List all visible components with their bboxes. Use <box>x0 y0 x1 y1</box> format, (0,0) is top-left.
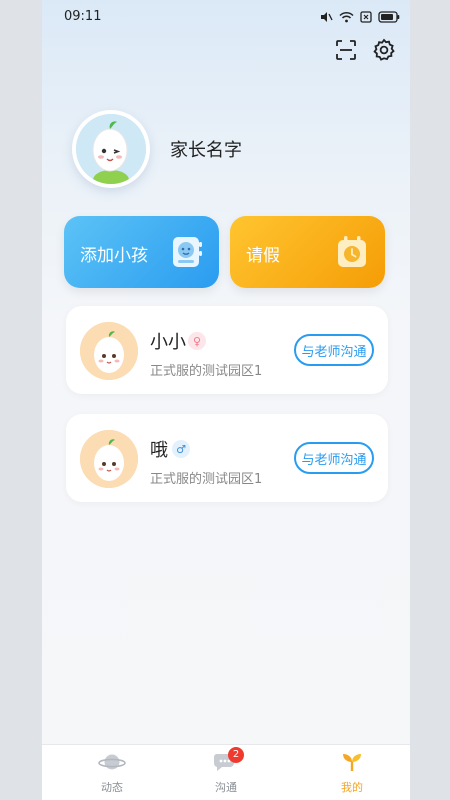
add-child-button[interactable]: 添加小孩 <box>64 216 219 288</box>
calendar-clock-icon <box>335 234 371 270</box>
sprout-icon <box>337 754 367 777</box>
parent-name: 家长名字 <box>170 140 242 161</box>
leave-label: 请假 <box>246 246 280 266</box>
status-bar: 09:11 <box>42 0 410 34</box>
settings-button[interactable] <box>372 38 396 66</box>
parent-avatar[interactable] <box>72 110 150 188</box>
tab-label: 沟通 <box>215 781 237 794</box>
contact-teacher-button[interactable]: 与老师沟通 <box>294 442 374 474</box>
mascot-avatar-image <box>76 114 146 184</box>
child-avatar <box>80 430 138 488</box>
child-name: 哦 <box>150 440 168 461</box>
child-card[interactable]: 小小 ♀ 正式服的测试园区1 与老师沟通 <box>66 306 388 394</box>
wifi-icon <box>339 8 354 27</box>
contact-teacher-button[interactable]: 与老师沟通 <box>294 334 374 366</box>
male-gender-icon: ♂ <box>172 440 190 458</box>
baby-book-icon <box>169 234 205 270</box>
unread-badge: 2 <box>228 747 244 763</box>
tab-moments[interactable]: 动态 <box>72 751 152 795</box>
bottom-tab-bar: 动态 2 沟通 我的 <box>42 744 410 800</box>
status-icons <box>319 8 400 27</box>
child-school: 正式服的测试园区1 <box>150 364 263 379</box>
child-name: 小小 <box>150 332 186 353</box>
phone-screen: 09:11 家长名字 添加小孩 请假 小小 ♀ 正式服的测试园区1 与老师沟通 … <box>42 0 410 800</box>
child-card[interactable]: 哦 ♂ 正式服的测试园区1 与老师沟通 <box>66 414 388 502</box>
add-child-label: 添加小孩 <box>80 246 148 266</box>
planet-icon <box>97 754 127 777</box>
battery-icon <box>378 8 400 27</box>
female-gender-icon: ♀ <box>188 332 206 350</box>
child-avatar <box>80 322 138 380</box>
tab-label: 动态 <box>101 781 123 794</box>
gear-icon <box>372 38 396 66</box>
status-time: 09:11 <box>64 9 102 24</box>
tab-communication[interactable]: 2 沟通 <box>186 747 266 795</box>
sim-icon <box>360 8 372 27</box>
tab-mine[interactable]: 我的 <box>312 751 392 795</box>
leave-request-button[interactable]: 请假 <box>230 216 385 288</box>
mute-icon <box>319 8 333 27</box>
scan-icon <box>335 39 357 65</box>
scan-button[interactable] <box>334 40 358 64</box>
top-actions <box>334 38 396 66</box>
child-school: 正式服的测试园区1 <box>150 472 263 487</box>
tab-label: 我的 <box>341 781 363 794</box>
